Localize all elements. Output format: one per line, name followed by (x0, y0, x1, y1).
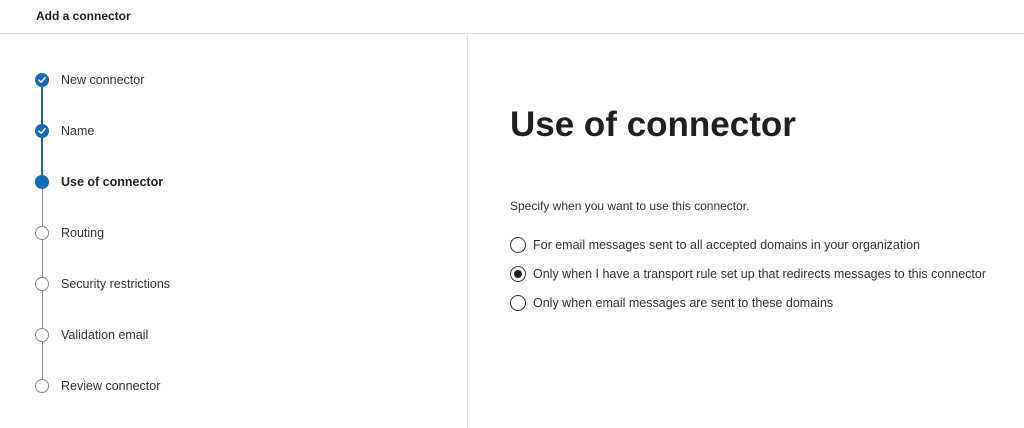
step-label: Routing (61, 226, 105, 240)
wizard-steps-pane: New connector Name Use of connector Rout… (0, 35, 468, 428)
step-connector-3 (41, 189, 43, 226)
step-security-restrictions[interactable]: Security restrictions (35, 276, 170, 292)
step-routing[interactable]: Routing (35, 225, 104, 241)
step-label: Name (61, 124, 95, 138)
step-validation-email[interactable]: Validation email (35, 327, 148, 343)
option-specific-domains[interactable]: Only when email messages are sent to the… (510, 294, 833, 312)
wizard-title: Add a connector (36, 9, 131, 23)
step-connector-6 (41, 342, 43, 379)
step-use-of-connector[interactable]: Use of connector (35, 174, 163, 190)
step-new-connector[interactable]: New connector (35, 72, 144, 88)
radio-button-unselected[interactable] (510, 295, 526, 311)
radio-button-selected[interactable] (510, 266, 526, 282)
empty-circle-icon (35, 277, 49, 291)
step-label: Validation email (61, 328, 149, 342)
step-connector-4 (41, 240, 43, 277)
empty-circle-icon (35, 226, 49, 240)
page-title: Use of connector (510, 105, 796, 144)
radio-label: For email messages sent to all accepted … (533, 238, 921, 252)
empty-circle-icon (35, 379, 49, 393)
radio-selected-dot-icon (514, 270, 522, 278)
option-transport-rule[interactable]: Only when I have a transport rule set up… (510, 265, 986, 283)
radio-label: Only when I have a transport rule set up… (533, 267, 987, 281)
step-review-connector[interactable]: Review connector (35, 378, 160, 394)
radio-label: Only when email messages are sent to the… (533, 296, 834, 310)
step-label: New connector (61, 73, 145, 87)
step-connector-1 (41, 87, 43, 124)
header-bar: Add a connector (0, 0, 1024, 34)
step-connector-2 (41, 138, 43, 175)
check-icon (35, 73, 49, 87)
current-step-dot-icon (35, 175, 49, 189)
radio-button-unselected[interactable] (510, 237, 526, 253)
check-icon (35, 124, 49, 138)
step-name[interactable]: Name (35, 123, 94, 139)
empty-circle-icon (35, 328, 49, 342)
step-label: Use of connector (61, 175, 164, 189)
step-label: Review connector (61, 379, 161, 393)
step-connector-5 (41, 291, 43, 328)
step-label: Security restrictions (61, 277, 171, 291)
instruction-text: Specify when you want to use this connec… (510, 199, 750, 213)
main-content-pane: Use of connector Specify when you want t… (469, 35, 1024, 428)
option-all-accepted-domains[interactable]: For email messages sent to all accepted … (510, 236, 920, 254)
